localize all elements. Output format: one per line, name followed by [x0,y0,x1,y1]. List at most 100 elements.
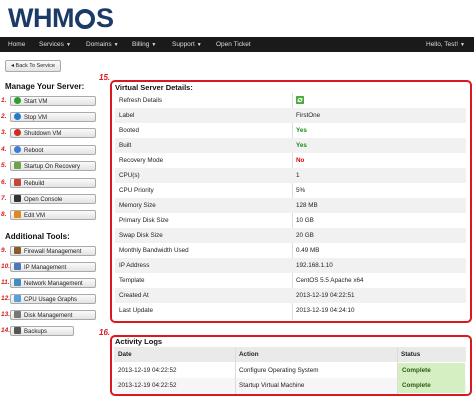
button-label: Reboot [24,148,44,154]
row-label: Created At [119,292,149,299]
nav-user-menu[interactable]: Hello, Test! ▼ [426,37,465,52]
row-value: 1 [296,172,300,179]
row-label: CPU(s) [119,172,140,179]
row-value: 128 MB [296,202,318,209]
annotation-number: 8. [1,211,7,218]
row-value: 192.168.1.10 [296,262,333,269]
row-label: Memory Size [119,202,156,209]
nav-open-ticket[interactable]: Open Ticket [216,37,251,52]
edit-vm-button[interactable]: Edit VM [10,210,96,220]
row-label: Built [119,142,132,149]
chevron-down-icon: ▼ [460,42,465,48]
network-management-button[interactable]: Network Management [10,278,96,288]
details-row-built: Built Yes [115,138,466,153]
status-badge: Complete [398,363,465,378]
reboot-icon [14,145,21,153]
row-label: Booted [119,127,139,134]
details-row-booted: Booted Yes [115,123,466,138]
logo-text-end: S [95,3,114,33]
nav-billing-label: Billing [132,41,150,48]
annotation-number: 4. [1,146,7,153]
row-label: Recovery Mode [119,157,164,164]
row-label: Template [119,277,145,284]
row-value: Yes [296,127,307,134]
nav-support[interactable]: Support ▼ [172,37,202,52]
details-title: Virtual Server Details: [115,83,193,92]
row-value: Yes [296,142,307,149]
row-label: Last Update [119,307,153,314]
cpu-usage-graphs-button[interactable]: CPU Usage Graphs [10,294,96,304]
shutdown-vm-button[interactable]: Shutdown VM [10,128,96,138]
logs-column-divider [397,347,398,394]
row-value: 0.49 MB [296,247,320,254]
details-row-label: Label FirstOne [115,108,466,123]
annotation-number: 6. [1,179,7,186]
disk-management-button[interactable]: Disk Management [10,310,96,320]
log-action: Startup Virtual Machine [239,382,305,389]
nav-domains[interactable]: Domains ▼ [86,37,119,52]
button-label: Stop VM [24,115,48,121]
whmcs-logo[interactable]: WHM S [8,3,114,33]
row-value: 2013-12-19 04:22:51 [296,292,355,299]
button-label: Backups [24,329,48,335]
rebuild-button[interactable]: Rebuild [10,178,96,188]
ip-icon [14,262,21,270]
nav-services[interactable]: Services ▼ [39,37,71,52]
details-row-recovery-mode: Recovery Mode No [115,153,466,168]
manage-server-heading: Manage Your Server: [5,82,85,91]
row-value: No [296,157,305,164]
table-row: 2013-12-19 04:22:52 Startup Virtual Mach… [114,378,466,393]
nav-billing[interactable]: Billing ▼ [132,37,156,52]
header: WHM S [0,0,474,36]
button-label: Edit VM [24,213,46,219]
status-badge: Complete [398,378,465,393]
reboot-button[interactable]: Reboot [10,145,96,155]
ip-management-button[interactable]: IP Management [10,262,96,272]
log-date: 2013-12-19 04:22:52 [118,382,177,389]
button-label: Network Management [24,281,83,287]
nav-home[interactable]: Home [8,37,25,52]
button-label: CPU Usage Graphs [24,297,78,303]
startup-on-recovery-button[interactable]: Startup On Recovery [10,161,96,171]
row-label: Swap Disk Size [119,232,163,239]
details-row-ip-address: IP Address 192.168.1.10 [115,258,466,273]
logs-table-header: Date Action Status [114,347,466,362]
button-label: Firewall Management [24,249,82,255]
backup-icon [14,326,21,334]
console-icon [14,194,21,202]
arrow-left-icon: ◂ [11,63,15,69]
main-navbar: Home Services ▼ Domains ▼ Billing ▼ Support… [0,37,474,52]
details-row-cpu-priority: CPU Priority 5% [115,183,466,198]
column-header-status: Status [401,351,421,358]
logs-column-divider [235,347,236,394]
row-value: 20 GB [296,232,314,239]
firewall-management-button[interactable]: Firewall Management [10,246,96,256]
details-row-last-update: Last Update 2013-12-19 04:24:10 [115,303,466,318]
additional-tools-heading: Additional Tools: [5,232,70,241]
details-row-created-at: Created At 2013-12-19 04:22:51 [115,288,466,303]
button-label: Shutdown VM [24,131,62,137]
stop-vm-button[interactable]: Stop VM [10,112,96,122]
nav-support-label: Support [172,41,195,48]
open-console-button[interactable]: Open Console [10,194,96,204]
annotation-number: 2. [1,113,7,120]
recovery-icon [14,161,21,169]
details-row-template: Template CentOS 5.5 Apache x64 [115,273,466,288]
details-row-swap-disk: Swap Disk Size 20 GB [115,228,466,243]
table-row: 2013-12-19 04:22:52 Configure Operating … [114,363,466,378]
button-label: Open Console [24,197,63,203]
rebuild-icon [14,178,21,186]
status-text: Complete [402,367,431,374]
start-vm-button[interactable]: Start VM [10,96,96,106]
annotation-number: 3. [1,129,7,136]
button-label: Start VM [24,99,48,105]
backups-button[interactable]: Backups [10,326,74,336]
details-row-bandwidth: Monthly Bandwidth Used 0.49 MB [115,243,466,258]
back-button-label: Back To Service [15,63,55,69]
chevron-down-icon: ▼ [196,42,202,48]
chevron-down-icon: ▼ [65,42,71,48]
refresh-icon[interactable] [296,96,304,104]
annotation-number: 5. [1,162,7,169]
back-to-service-button[interactable]: ◂ Back To Service [5,60,61,72]
nav-domains-label: Domains [86,41,112,48]
